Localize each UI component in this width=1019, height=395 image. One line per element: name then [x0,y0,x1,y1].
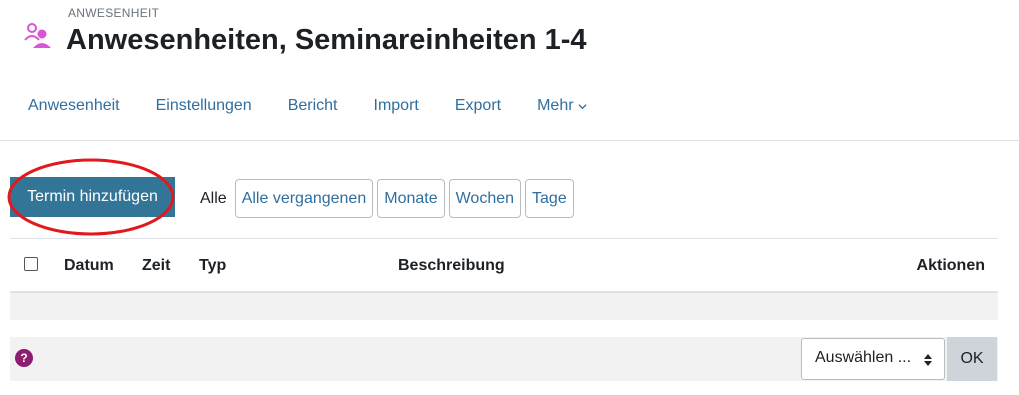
nav-mehr-label: Mehr [537,97,574,114]
date-filter-bar: Alle Alle vergangenen Monate Wochen Tage [196,179,578,218]
filter-days-button[interactable]: Tage [525,179,574,218]
question-circle-icon[interactable]: ? [15,349,33,367]
nav-tab-einstellungen[interactable]: Einstellungen [138,86,270,126]
add-session-button[interactable]: Termin hinzufügen [10,177,175,217]
bulk-action-footer: ? Auswählen ... OK [10,337,998,381]
column-header-typ: Typ [199,257,227,274]
column-header-aktionen: Aktionen [916,257,985,274]
nav-tab-export[interactable]: Export [437,86,519,126]
table-empty-row [10,293,998,320]
nav-divider [0,140,1019,141]
nav-tab-bericht[interactable]: Bericht [270,86,356,126]
ok-button[interactable]: OK [947,337,997,381]
secondary-navigation: Anwesenheit Einstellungen Bericht Import… [10,86,605,126]
bulk-action-select-value: Auswählen ... [815,349,912,366]
column-header-beschreibung: Beschreibung [398,257,505,274]
column-header-zeit: Zeit [142,257,171,274]
page-pretitle: ANWESENHEIT [68,6,160,20]
select-updown-icon [924,354,932,366]
chevron-down-icon [577,103,587,109]
filter-current-all: Alle [200,189,227,207]
page-title: Anwesenheiten, Seminareinheiten 1-4 [66,24,587,56]
nav-tab-import[interactable]: Import [356,86,437,126]
select-all-checkbox[interactable] [24,257,38,271]
nav-tab-mehr[interactable]: Mehr [519,86,604,126]
bulk-action-select[interactable]: Auswählen ... [801,338,945,380]
filter-past-button[interactable]: Alle vergangenen [234,179,374,218]
sessions-table-header: Datum Zeit Typ Beschreibung Aktionen [10,239,998,291]
attendance-people-icon [24,23,51,48]
filter-months-button[interactable]: Monate [377,179,445,218]
filter-weeks-button[interactable]: Wochen [448,179,522,218]
nav-tab-anwesenheit[interactable]: Anwesenheit [10,86,138,126]
column-header-datum: Datum [64,257,114,274]
